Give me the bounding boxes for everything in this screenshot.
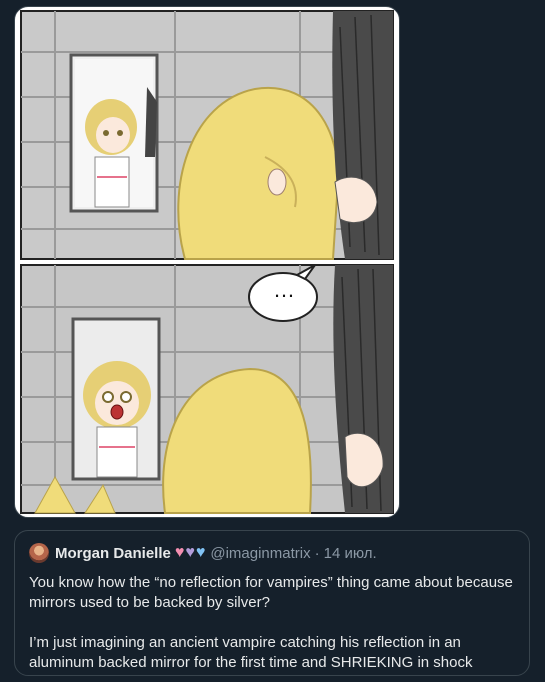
comic-illustration [20,10,394,514]
pink-heart-icon: ♥ [174,544,185,561]
quoted-tweet-text: You know how the “no reflection for vamp… [29,573,515,673]
quoted-tweet-card[interactable]: Morgan Danielle ♥ ♥ ♥ @imaginmatrix · 14… [14,530,530,676]
author-handle[interactable]: @imaginmatrix [210,545,310,562]
purple-heart-icon: ♥ [185,544,195,561]
author-name[interactable]: Morgan Danielle [55,545,171,562]
comic-panel-top [20,10,394,260]
tweet-media-image[interactable]: … [14,6,400,518]
tweet-paragraph: I’m just imagining an ancient vampire ca… [29,634,473,671]
avatar[interactable] [29,543,49,563]
tweet-date[interactable]: 14 июл. [324,545,377,562]
comic-panel-bottom [20,264,394,514]
blue-heart-icon: ♥ [195,544,206,561]
speech-bubble-text: … [273,277,295,302]
separator-dot: · [314,544,320,562]
quoted-tweet-header: Morgan Danielle ♥ ♥ ♥ @imaginmatrix · 14… [29,543,515,563]
tweet-paragraph: You know how the “no reflection for vamp… [29,574,513,611]
heart-emoji-group: ♥ ♥ ♥ [175,545,207,561]
